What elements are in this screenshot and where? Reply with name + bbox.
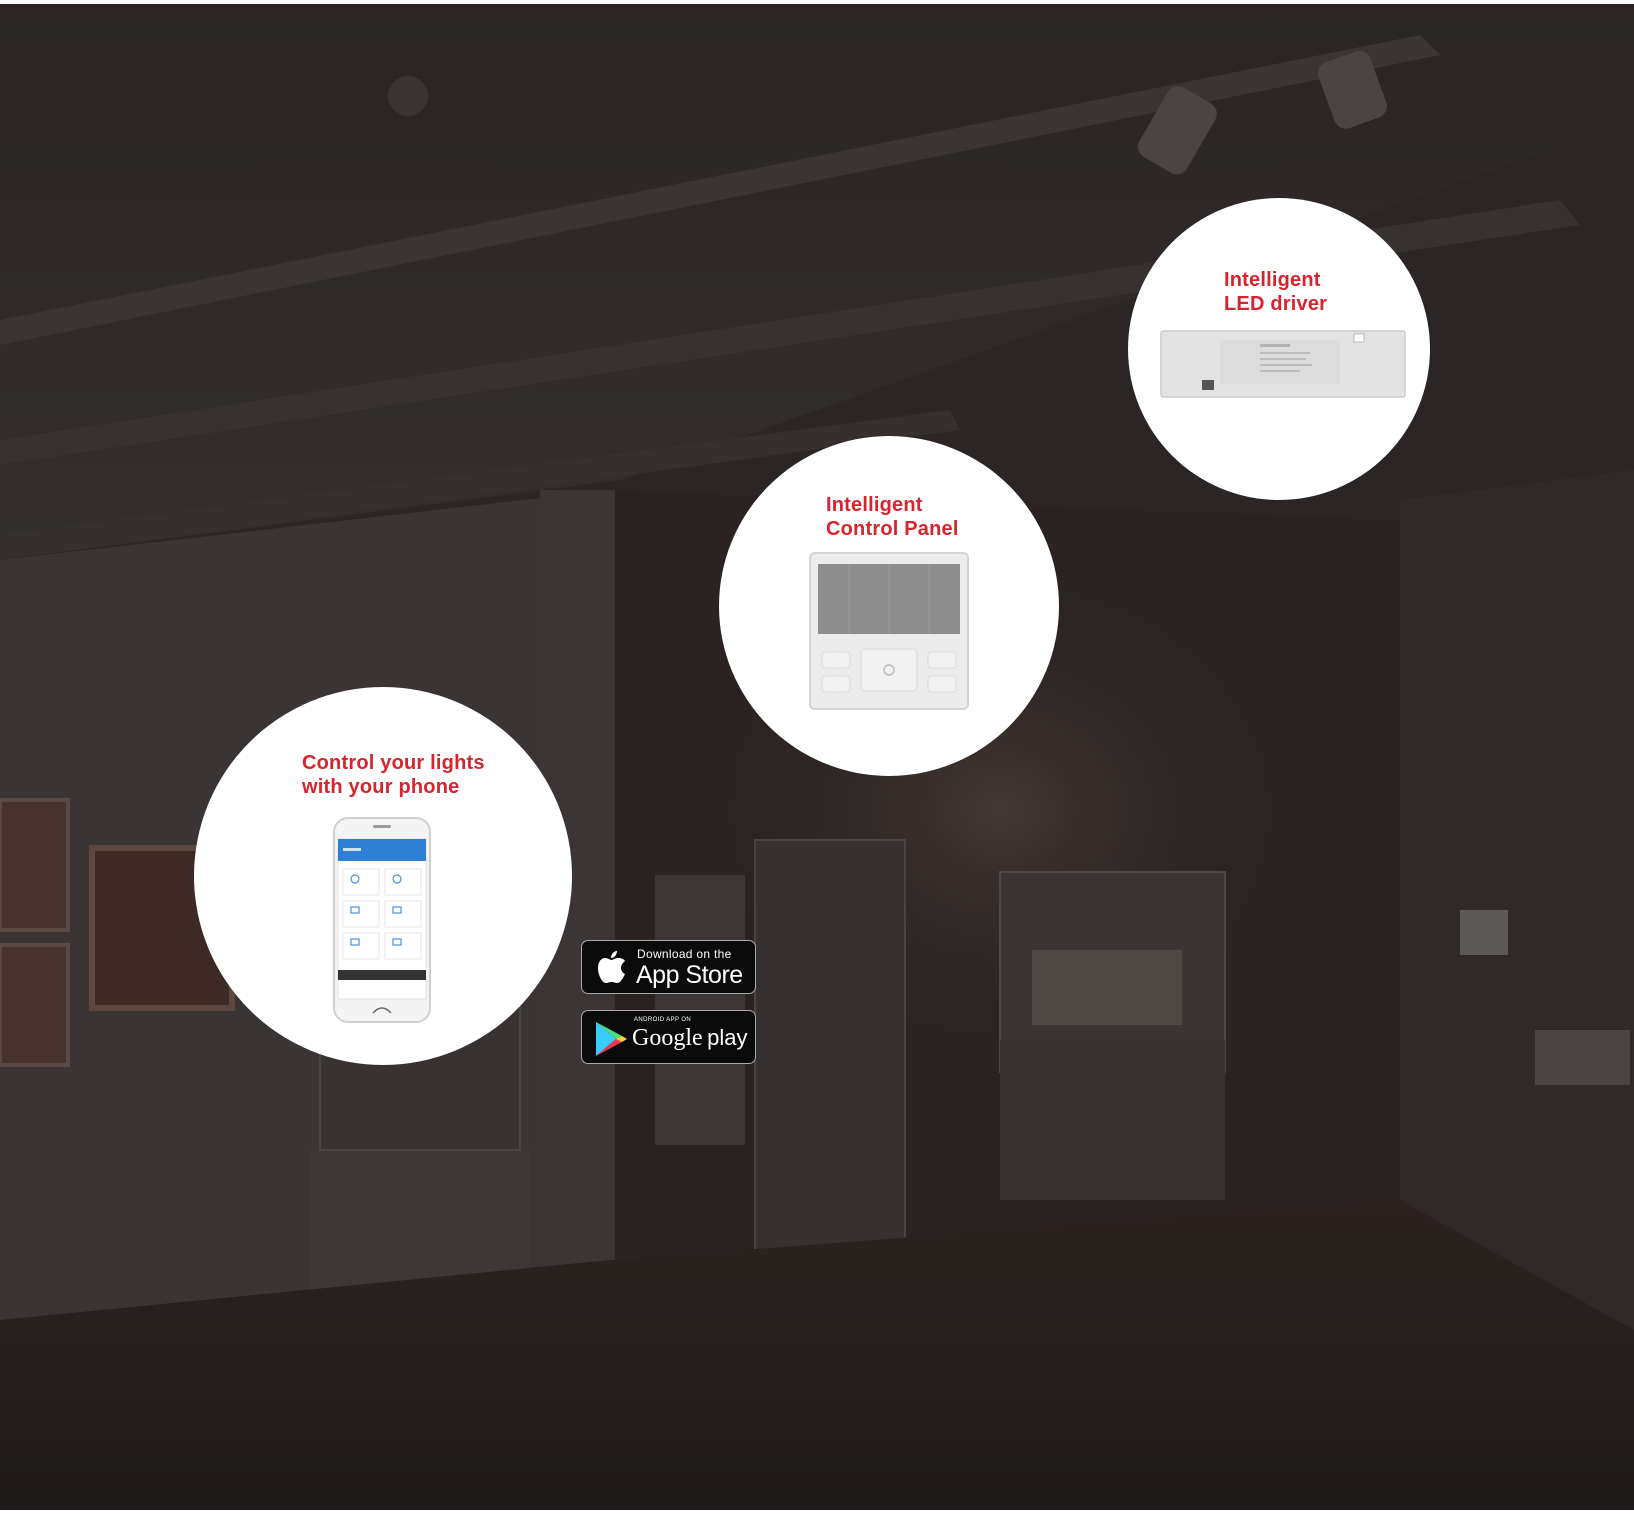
- led-driver-icon: [1160, 330, 1406, 398]
- led-driver-bubble-title: Intelligent LED driver: [1224, 268, 1327, 316]
- driver-text-line: [1260, 344, 1290, 347]
- panel-center-button: [860, 648, 918, 692]
- phone-title-line2: with your phone: [302, 776, 460, 798]
- relief-panel: [1032, 950, 1182, 1025]
- panel-title-line2: Control Panel: [826, 518, 959, 540]
- play-triangle-icon: [596, 1022, 627, 1056]
- app-tile: [342, 932, 380, 960]
- control-panel-bubble: Intelligent Control Panel: [719, 436, 1059, 776]
- framed-picture: [0, 798, 70, 932]
- driver-text-line: [1260, 352, 1310, 354]
- framed-picture: [0, 943, 70, 1067]
- google-play-small-text: ANDROID APP ON: [634, 1017, 692, 1023]
- play-word: play: [707, 1025, 748, 1050]
- wall-label: [1535, 1030, 1630, 1085]
- driver-text-line: [1260, 364, 1312, 366]
- smoke-detector: [388, 76, 428, 116]
- relief-plinth: [1000, 1040, 1225, 1200]
- phone-title-line1: Control your lights: [302, 752, 485, 774]
- app-tile: [384, 932, 422, 960]
- led-driver-bubble: Intelligent LED driver: [1128, 198, 1430, 500]
- app-tile: [384, 868, 422, 896]
- app-tile: [384, 900, 422, 928]
- wall-control-panel-icon: [809, 552, 969, 710]
- app-store-small-text: Download on the: [637, 947, 732, 961]
- panel-title-line1: Intelligent: [826, 494, 923, 516]
- app-store-button[interactable]: Download on the App Store: [581, 940, 756, 994]
- google-play-button[interactable]: ANDROID APP ON Google play: [581, 1010, 756, 1064]
- bottom-border: [0, 1510, 1634, 1518]
- panel-side-button: [927, 651, 957, 669]
- panel-side-button: [927, 675, 957, 693]
- app-header-text: [343, 848, 361, 851]
- app-tile: [342, 900, 380, 928]
- phone-bubble: Control your lights with your phone: [194, 687, 572, 1065]
- phone-earpiece: [373, 825, 391, 828]
- apple-icon: [598, 951, 625, 983]
- driver-title-line2: LED driver: [1224, 293, 1328, 315]
- driver-title-line1: Intelligent: [1224, 269, 1321, 291]
- driver-terminal: [1353, 333, 1365, 343]
- google-word: Google: [632, 1025, 703, 1051]
- panel-side-button: [821, 651, 851, 669]
- driver-text-line: [1260, 370, 1300, 372]
- wall-thermostat: [1460, 910, 1508, 955]
- app-tile: [342, 868, 380, 896]
- driver-text-line: [1260, 358, 1306, 360]
- driver-terminal: [1202, 380, 1214, 390]
- app-store-big-text: App Store: [636, 961, 743, 989]
- smartphone-app-icon: [333, 817, 431, 1023]
- phone-bubble-title: Control your lights with your phone: [302, 751, 485, 799]
- panel-side-button: [821, 675, 851, 693]
- google-play-big-text: Google play: [632, 1025, 747, 1052]
- control-panel-bubble-title: Intelligent Control Panel: [826, 493, 959, 541]
- display-case: [754, 839, 906, 1261]
- app-tabbar: [338, 970, 426, 980]
- top-border: [0, 0, 1634, 4]
